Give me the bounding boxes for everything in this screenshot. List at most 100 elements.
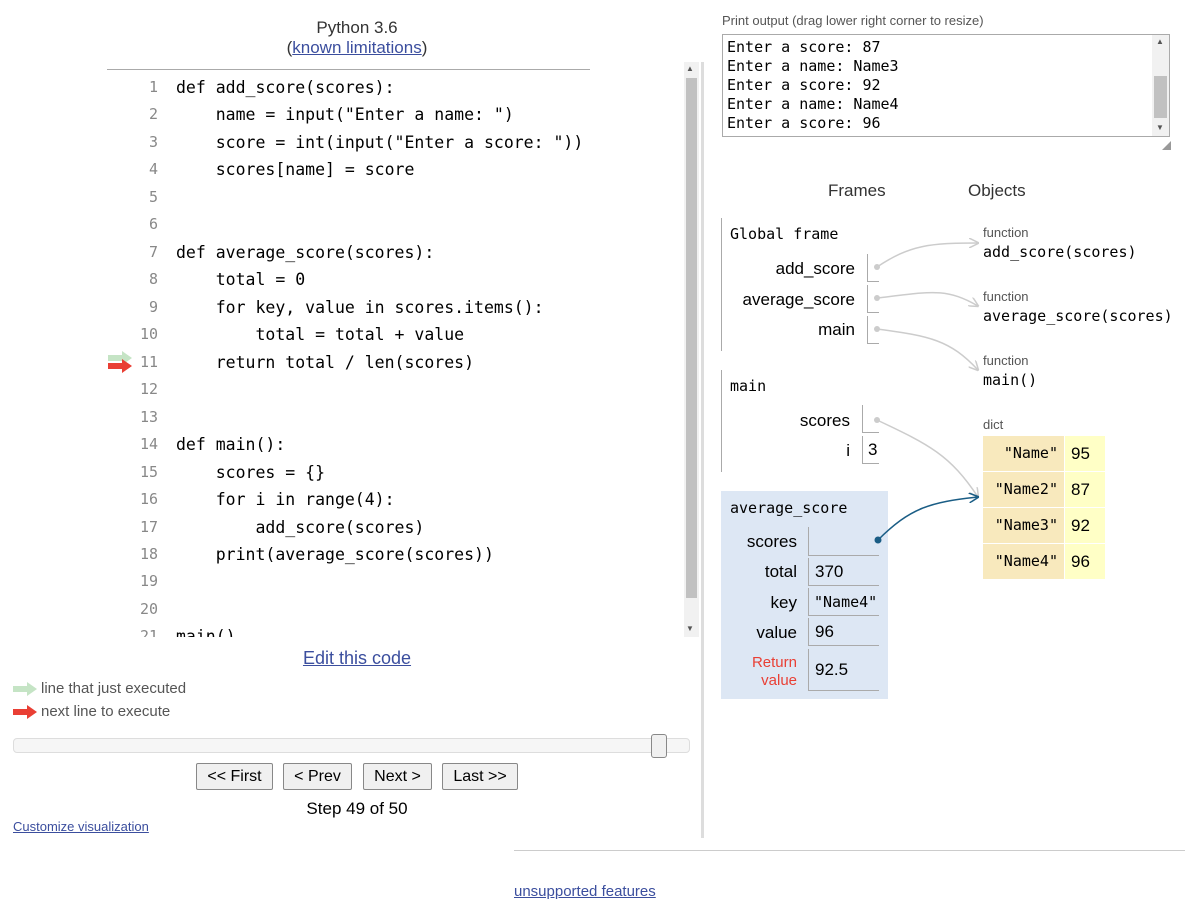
print-output-box[interactable]: Enter a score: 87 Enter a name: Name3 Ente… [722, 34, 1170, 137]
line-number[interactable]: 17 [100, 514, 158, 541]
line-number[interactable]: 10 [100, 321, 158, 348]
object-type: function [983, 289, 1029, 304]
footer-divider [514, 850, 1185, 851]
arrow-main-scores [874, 417, 978, 497]
object-type: dict [983, 417, 1004, 432]
code-text: scores = {} [176, 462, 326, 482]
customize-link[interactable]: Customize visualization [13, 819, 149, 834]
var-key-value: "Name4" [808, 588, 879, 616]
arrow-average-score [874, 291, 978, 306]
output-scrollbar-thumb[interactable] [1154, 76, 1167, 118]
return-label-line: Return [751, 654, 797, 671]
language-label: Python 3.6 [316, 18, 398, 37]
arrow-avg-scores [874, 497, 979, 544]
var-total-value: 370 [808, 558, 879, 586]
dict-key: "Name" [983, 436, 1064, 471]
scroll-down-icon[interactable]: ▼ [1156, 123, 1164, 132]
legend-executed: line that just executed [41, 680, 187, 697]
step-slider[interactable] [13, 738, 690, 753]
code-line: 11 return total / len(scores) [100, 349, 684, 376]
pointer-box [867, 316, 879, 344]
line-number[interactable]: 12 [100, 376, 158, 403]
code-line: 6 [100, 211, 684, 238]
code-text: main() [176, 627, 236, 637]
var-i: i [846, 441, 850, 460]
objects-header: Objects [968, 181, 1026, 200]
dict-key: "Name2" [983, 472, 1064, 507]
code-text: name = input("Enter a name: ") [176, 105, 514, 125]
object-type: function [983, 353, 1029, 368]
output-line: Enter a score: 96 [727, 114, 881, 132]
line-number[interactable]: 20 [100, 596, 158, 623]
code-line: 14 def main(): [100, 431, 684, 458]
function-add-score: add_score(scores) [983, 243, 1137, 261]
dict-value: 95 [1065, 436, 1105, 471]
code-text: score = int(input("Enter a score: ")) [176, 132, 584, 152]
line-number[interactable]: 6 [100, 211, 158, 238]
scroll-up-icon[interactable]: ▲ [686, 64, 694, 73]
scroll-up-icon[interactable]: ▲ [1156, 37, 1164, 46]
output-line: Enter a score: 92 [727, 76, 881, 94]
var-value: value [756, 623, 797, 642]
legend-next: next line to execute [41, 703, 171, 720]
step-counter: Step 49 of 50 [306, 799, 408, 818]
line-number[interactable]: 2 [100, 101, 158, 128]
paren: ) [421, 38, 428, 57]
code-line: 4 scores[name] = score [100, 156, 684, 183]
arrow-add-score [874, 243, 978, 270]
frames-header: Frames [828, 181, 886, 200]
resize-handle-icon[interactable] [1162, 141, 1171, 150]
code-line: 10 total = total + value [100, 321, 684, 348]
line-number[interactable]: 1 [100, 74, 158, 101]
line-number[interactable]: 15 [100, 459, 158, 486]
code-line: 12 [100, 376, 684, 403]
pane-divider[interactable] [701, 62, 704, 838]
pointer-box [867, 254, 879, 282]
function-average-score: average_score(scores) [983, 307, 1173, 325]
known-limitations-link[interactable]: known limitations [292, 38, 421, 57]
code-text: print(average_score(scores)) [176, 544, 494, 564]
code-text: def add_score(scores): [176, 78, 395, 97]
first-button[interactable]: << First [196, 763, 273, 790]
unsupported-features-link[interactable]: unsupported features [514, 883, 656, 900]
last-button[interactable]: Last >> [442, 763, 518, 790]
code-text: def main(): [176, 435, 286, 455]
line-number[interactable]: 3 [100, 129, 158, 156]
var-average-score: average_score [742, 290, 855, 309]
pointer-box [862, 405, 879, 433]
line-number[interactable]: 9 [100, 294, 158, 321]
edit-code-link[interactable]: Edit this code [0, 648, 714, 669]
next-button[interactable]: Next > [363, 763, 432, 790]
code-line: 21 main() [100, 623, 684, 637]
var-i-value: 3 [862, 436, 879, 464]
line-number[interactable]: 4 [100, 156, 158, 183]
scroll-down-icon[interactable]: ▼ [686, 624, 694, 633]
arrow-main [874, 326, 978, 370]
prev-button[interactable]: < Prev [283, 763, 352, 790]
return-value-label: Return value [721, 654, 797, 690]
code-line: 3 score = int(input("Enter a score: ")) [100, 129, 684, 156]
var-value-value: 96 [808, 618, 879, 646]
line-number[interactable]: 13 [100, 404, 158, 431]
line-number[interactable]: 7 [100, 239, 158, 266]
line-number[interactable]: 16 [100, 486, 158, 513]
line-number[interactable]: 21 [100, 623, 158, 637]
code-text: add_score(scores) [176, 517, 425, 537]
return-value: 92.5 [808, 649, 879, 691]
code-line: 2 name = input("Enter a name: ") [100, 101, 684, 128]
code-text: total = 0 [176, 270, 306, 290]
line-number[interactable]: 18 [100, 541, 158, 568]
code-line: 19 [100, 568, 684, 595]
dict-key: "Name3" [983, 508, 1064, 543]
code-text: def average_score(scores): [176, 242, 435, 262]
line-number[interactable]: 14 [100, 431, 158, 458]
step-slider-handle[interactable] [651, 734, 667, 758]
line-number[interactable]: 5 [100, 184, 158, 211]
code-scrollbar-thumb[interactable] [686, 78, 697, 598]
language-header: Python 3.6 (known limitations) [0, 18, 714, 58]
code-line: 15 scores = {} [100, 459, 684, 486]
dict-key: "Name4" [983, 544, 1064, 579]
line-number[interactable]: 8 [100, 266, 158, 293]
line-number[interactable]: 19 [100, 568, 158, 595]
return-label-line: value [761, 672, 797, 689]
